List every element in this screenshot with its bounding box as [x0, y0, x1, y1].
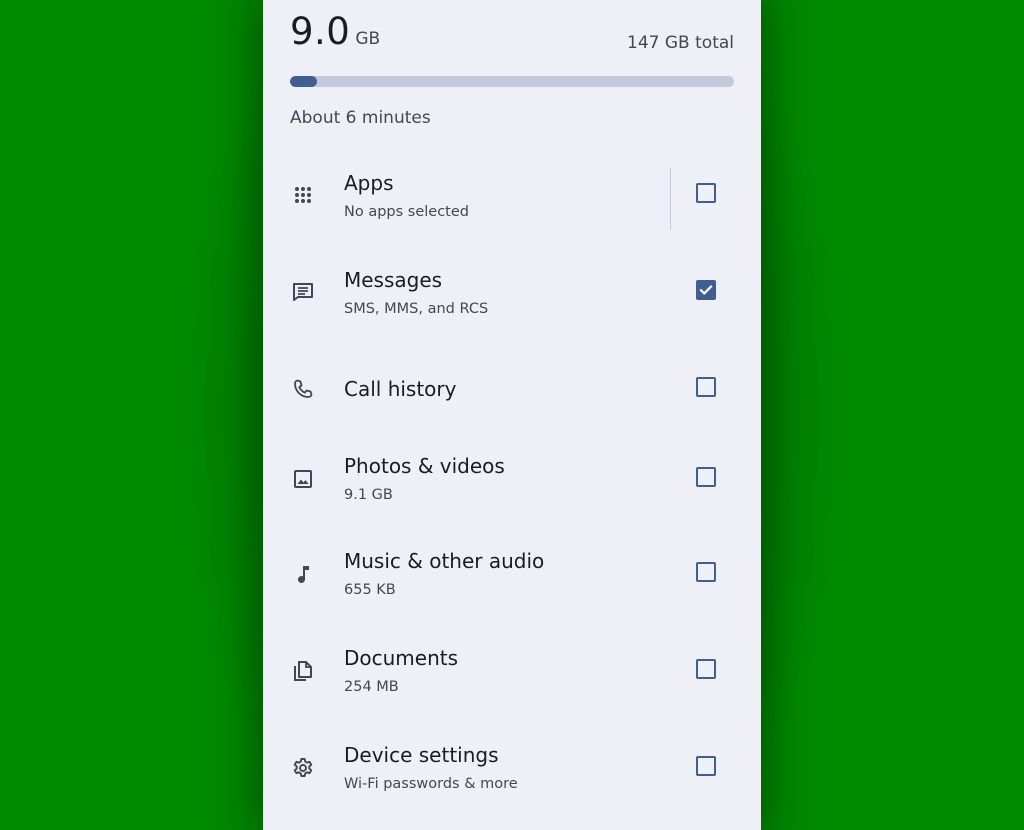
messages-checkbox[interactable]	[696, 280, 716, 300]
phone-icon	[291, 377, 315, 401]
list-item-text: Photos & videos 9.1 GB	[344, 453, 505, 504]
storage-progress-fill	[290, 76, 317, 87]
message-icon	[291, 280, 315, 304]
storage-progress-bar	[290, 76, 734, 87]
apps-grid-icon	[291, 183, 315, 207]
list-item-text: Call history	[344, 376, 456, 402]
apps-checkbox[interactable]	[696, 183, 716, 203]
backup-category-list: Apps No apps selected Messages SMS, MMS,…	[263, 152, 761, 816]
list-item-apps[interactable]: Apps No apps selected	[263, 152, 761, 238]
list-item-title: Documents	[344, 646, 459, 670]
time-estimate: About 6 minutes	[290, 108, 431, 128]
list-item-title: Messages	[344, 267, 443, 292]
list-item-call-history[interactable]: Call history	[263, 346, 761, 432]
list-item-title: Apps	[344, 170, 394, 195]
list-item-text: Music & other audio 655 KB	[344, 548, 544, 599]
list-item-photos-videos[interactable]: Photos & videos 9.1 GB	[263, 432, 761, 525]
documents-icon	[291, 659, 315, 683]
list-item-title: Call history	[344, 377, 457, 401]
list-item-text: Documents 254 MB	[344, 645, 458, 696]
gear-icon	[291, 756, 315, 780]
list-item-subtitle: 9.1 GB	[344, 487, 393, 503]
checkmark-icon	[699, 285, 713, 295]
music-note-icon	[291, 562, 315, 586]
backup-screen: 9.0 GB 147 GB total About 6 minutes Apps…	[263, 0, 761, 830]
image-icon	[291, 467, 315, 491]
list-item-text: Device settings Wi-Fi passwords & more	[344, 742, 518, 793]
list-item-device-settings[interactable]: Device settings Wi-Fi passwords & more	[263, 719, 761, 816]
vertical-divider	[670, 168, 671, 230]
list-item-text: Apps No apps selected	[344, 170, 469, 221]
music-audio-checkbox[interactable]	[696, 561, 716, 582]
list-item-documents[interactable]: Documents 254 MB	[263, 622, 761, 719]
storage-used: 9.0 GB	[290, 10, 380, 60]
list-item-subtitle: 655 KB	[344, 582, 396, 598]
list-item-subtitle: No apps selected	[344, 203, 469, 220]
call-history-checkbox[interactable]	[696, 377, 716, 397]
documents-checkbox[interactable]	[696, 658, 716, 679]
list-item-title: Photos & videos	[344, 454, 505, 478]
list-item-title: Music & other audio	[344, 549, 545, 573]
photos-videos-checkbox[interactable]	[696, 466, 716, 487]
list-item-subtitle: SMS, MMS, and RCS	[344, 300, 489, 317]
list-item-subtitle: 254 MB	[344, 679, 399, 695]
list-item-text: Messages SMS, MMS, and RCS	[344, 267, 488, 318]
list-item-messages[interactable]: Messages SMS, MMS, and RCS	[263, 238, 761, 346]
list-item-music-audio[interactable]: Music & other audio 655 KB	[263, 525, 761, 622]
storage-total: 147 GB total	[627, 33, 734, 53]
storage-used-value: 9.0	[290, 10, 351, 53]
list-item-subtitle: Wi-Fi passwords & more	[344, 776, 518, 792]
storage-used-unit: GB	[355, 29, 381, 49]
device-settings-checkbox[interactable]	[696, 755, 716, 776]
list-item-title: Device settings	[344, 743, 499, 767]
